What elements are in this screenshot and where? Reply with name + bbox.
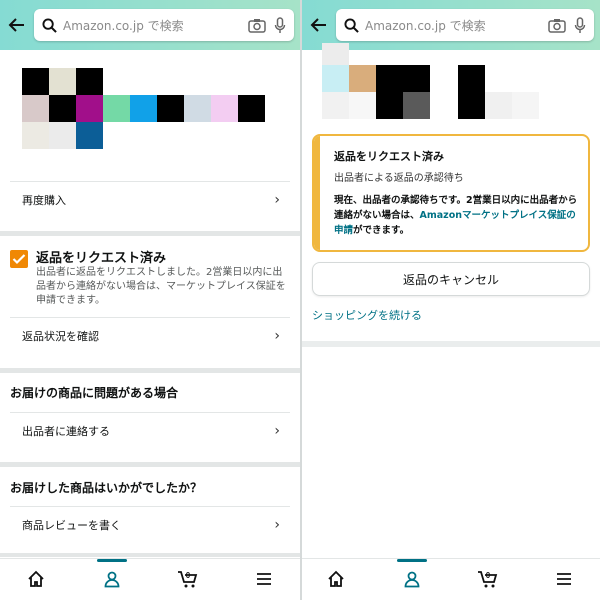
active-tab-indicator — [97, 559, 127, 562]
continue-shopping-link[interactable]: ショッピングを続ける — [312, 307, 422, 323]
cart-icon[interactable]: 0 — [176, 567, 200, 591]
problem-section-title: お届けの商品に問題がある場合 — [10, 386, 179, 400]
section-divider — [0, 553, 300, 557]
buy-again-label: 再度購入 — [22, 194, 66, 207]
back-arrow-icon[interactable] — [6, 14, 28, 36]
contact-seller-row[interactable]: 出品者に連絡する › — [0, 413, 300, 449]
account-icon[interactable] — [400, 567, 424, 591]
contact-seller-label: 出品者に連絡する — [22, 425, 110, 438]
menu-icon[interactable] — [252, 567, 276, 591]
chevron-right-icon: › — [274, 517, 280, 533]
section-divider — [302, 341, 600, 347]
search-input[interactable]: Amazon.co.jp で検索 — [63, 17, 240, 34]
cart-icon[interactable]: 0 — [476, 567, 500, 591]
buy-again-row[interactable]: 再度購入 › — [0, 182, 300, 218]
bottom-tab-bar: 0 — [0, 558, 300, 600]
menu-icon[interactable] — [552, 567, 576, 591]
cart-count: 0 — [486, 571, 491, 580]
camera-icon[interactable] — [548, 18, 566, 33]
chevron-right-icon: › — [274, 423, 280, 439]
search-input[interactable]: Amazon.co.jp で検索 — [365, 17, 540, 34]
back-arrow-icon[interactable] — [308, 14, 330, 36]
cart-count: 0 — [186, 571, 191, 580]
search-bar[interactable]: Amazon.co.jp で検索 — [34, 9, 294, 41]
chevron-right-icon: › — [274, 328, 280, 344]
alert-message: 現在、出品者の承認待ちです。2営業日以内に出品者から連絡がない場合は、Amazo… — [334, 193, 584, 238]
section-divider — [0, 462, 300, 467]
left-panel: Amazon.co.jp で検索 再度購入 › 返品をリクエスト済み 出品者に返… — [0, 0, 300, 600]
search-bar[interactable]: Amazon.co.jp で検索 — [336, 9, 594, 41]
write-review-label: 商品レビューを書く — [22, 519, 121, 532]
checkbox-checked-icon — [10, 250, 28, 268]
section-divider — [0, 368, 300, 373]
check-return-status-row[interactable]: 返品状況を確認 › — [0, 318, 300, 354]
bottom-tab-bar: 0 — [302, 558, 600, 600]
search-icon — [344, 17, 359, 33]
camera-icon[interactable] — [248, 18, 266, 33]
home-icon[interactable] — [324, 567, 348, 591]
write-review-row[interactable]: 商品レビューを書く › — [0, 507, 300, 543]
section-divider — [0, 231, 300, 236]
feedback-section-title: お届けした商品はいかがでしたか？ — [10, 481, 203, 495]
return-status-body: 出品者に返品をリクエストしました。2営業日以内に出品者から連絡がない場合は、マー… — [36, 267, 286, 306]
active-tab-indicator — [397, 559, 427, 562]
home-icon[interactable] — [24, 567, 48, 591]
account-icon[interactable] — [100, 567, 124, 591]
cancel-return-button[interactable]: 返品のキャンセル — [312, 262, 590, 296]
header-bar: Amazon.co.jp で検索 — [0, 0, 300, 50]
right-panel: Amazon.co.jp で検索 返品をリクエスト済み 出品者による返品の承認待… — [302, 0, 600, 600]
microphone-icon[interactable] — [274, 16, 286, 34]
microphone-icon[interactable] — [574, 16, 586, 34]
alert-text-after: ができます。 — [353, 225, 410, 236]
alert-subtitle: 出品者による返品の承認待ち — [334, 173, 464, 184]
return-status-alert: 返品をリクエスト済み 出品者による返品の承認待ち 現在、出品者の承認待ちです。2… — [312, 134, 590, 252]
alert-accent-bar — [314, 136, 320, 250]
chevron-right-icon: › — [274, 192, 280, 208]
return-status-title: 返品をリクエスト済み — [36, 251, 167, 266]
search-icon — [42, 17, 57, 33]
alert-title: 返品をリクエスト済み — [334, 150, 444, 163]
check-return-label: 返品状況を確認 — [22, 330, 99, 343]
